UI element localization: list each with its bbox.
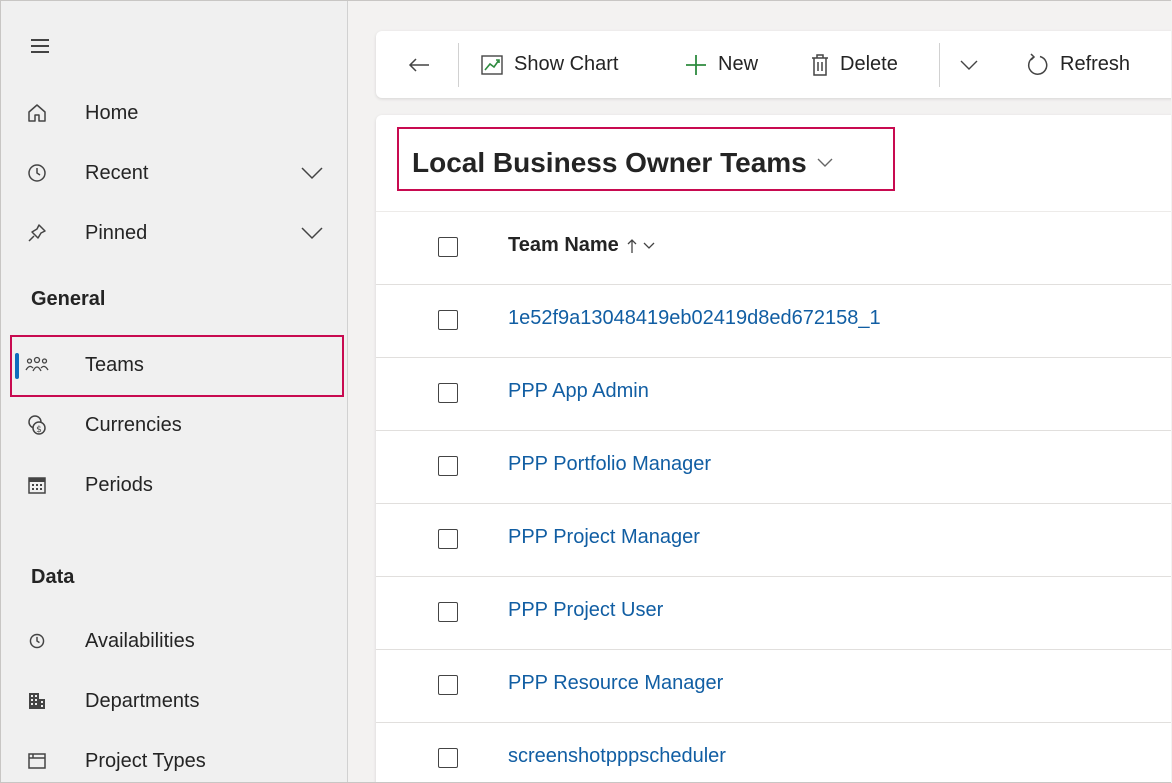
- table-row[interactable]: 1e52f9a13048419eb02419d8ed672158_1: [376, 285, 1171, 358]
- table-row[interactable]: PPP Portfolio Manager: [376, 431, 1171, 504]
- clock-icon: [25, 161, 49, 185]
- grid-header-row: Team Name: [376, 212, 1171, 285]
- sidebar-item-label: Periods: [85, 473, 153, 496]
- arrow-left-icon: [408, 57, 430, 73]
- refresh-button[interactable]: Refresh: [1026, 31, 1130, 98]
- selection-indicator: [15, 353, 19, 379]
- toolbar-divider: [458, 43, 459, 87]
- show-chart-label: Show Chart: [514, 53, 619, 75]
- table-row[interactable]: screenshotpppscheduler: [376, 723, 1171, 782]
- team-name-link[interactable]: PPP Project User: [508, 599, 663, 622]
- row-checkbox[interactable]: [438, 748, 458, 768]
- table-row[interactable]: PPP Project User: [376, 577, 1171, 650]
- sidebar-item-label: Project Types: [85, 749, 206, 772]
- table-row[interactable]: PPP Resource Manager: [376, 650, 1171, 723]
- select-all-checkbox[interactable]: [438, 237, 458, 257]
- team-name-link[interactable]: PPP Resource Manager: [508, 672, 723, 695]
- row-checkbox[interactable]: [438, 310, 458, 330]
- command-bar: Show Chart New Delete Refresh: [376, 31, 1171, 98]
- sidebar-item-project-types[interactable]: Project Types: [1, 733, 347, 782]
- sidebar-item-availabilities[interactable]: Availabilities: [1, 613, 347, 669]
- main-content: Show Chart New Delete Refresh Local Busi…: [348, 1, 1171, 782]
- sidebar: Home Recent Pinned General Teams $ Curre…: [1, 1, 348, 782]
- home-icon: [25, 101, 49, 125]
- sidebar-item-label: Currencies: [85, 413, 182, 436]
- sidebar-item-label: Availabilities: [85, 629, 195, 652]
- app-frame: Home Recent Pinned General Teams $ Curre…: [0, 0, 1171, 783]
- new-label: New: [718, 53, 759, 75]
- sort-ascending-icon: [627, 238, 637, 253]
- currency-icon: $: [25, 413, 49, 437]
- table-row[interactable]: PPP App Admin: [376, 358, 1171, 431]
- grid-panel: Local Business Owner Teams Team Name 1e5…: [376, 115, 1171, 782]
- sidebar-item-label: Recent: [85, 161, 149, 184]
- plus-icon: [684, 53, 708, 77]
- more-commands-dropdown[interactable]: [960, 31, 988, 98]
- trash-icon: [810, 53, 830, 77]
- sidebar-item-label: Pinned: [85, 221, 148, 244]
- view-selector[interactable]: Local Business Owner Teams: [412, 147, 833, 179]
- chevron-down-icon: [817, 158, 833, 168]
- delete-button[interactable]: Delete: [810, 31, 898, 98]
- row-checkbox[interactable]: [438, 383, 458, 403]
- calendar-icon: [25, 473, 49, 497]
- toolbar-divider: [939, 43, 940, 87]
- refresh-label: Refresh: [1060, 53, 1131, 75]
- row-checkbox[interactable]: [438, 456, 458, 476]
- row-checkbox[interactable]: [438, 602, 458, 622]
- column-header-label: Team Name: [508, 234, 619, 256]
- sidebar-item-pinned[interactable]: Pinned: [1, 205, 347, 261]
- row-checkbox[interactable]: [438, 529, 458, 549]
- view-title: Local Business Owner Teams: [412, 147, 807, 178]
- chevron-down-icon: [960, 60, 978, 70]
- project-type-icon: [25, 749, 49, 773]
- sidebar-item-teams[interactable]: Teams: [1, 337, 347, 393]
- sidebar-item-label: Departments: [85, 689, 200, 712]
- team-name-link[interactable]: screenshotpppscheduler: [508, 745, 726, 768]
- clock-icon: [25, 629, 49, 653]
- column-header-team-name[interactable]: Team Name: [508, 234, 655, 257]
- chevron-down-icon: [643, 242, 655, 249]
- chevron-down-icon[interactable]: [299, 163, 325, 183]
- sidebar-item-recent[interactable]: Recent: [1, 145, 347, 201]
- sidebar-item-departments[interactable]: Departments: [1, 673, 347, 729]
- pin-icon: [25, 221, 49, 245]
- team-name-link[interactable]: PPP Project Manager: [508, 526, 700, 549]
- building-icon: [25, 689, 49, 713]
- section-label-data: Data: [31, 566, 75, 588]
- table-row[interactable]: PPP Project Manager: [376, 504, 1171, 577]
- sidebar-item-label: Teams: [85, 353, 144, 376]
- back-button[interactable]: [408, 31, 440, 98]
- delete-label: Delete: [840, 53, 898, 75]
- sidebar-item-currencies[interactable]: $ Currencies: [1, 397, 347, 453]
- sidebar-item-home[interactable]: Home: [1, 85, 347, 141]
- people-team-icon: [25, 353, 49, 377]
- svg-text:$: $: [36, 425, 42, 435]
- sidebar-item-periods[interactable]: Periods: [1, 457, 347, 513]
- show-chart-button[interactable]: Show Chart: [480, 31, 619, 98]
- new-button[interactable]: New: [684, 31, 758, 98]
- hamburger-menu-icon[interactable]: [31, 39, 53, 55]
- team-name-link[interactable]: 1e52f9a13048419eb02419d8ed672158_1: [508, 307, 881, 330]
- row-checkbox[interactable]: [438, 675, 458, 695]
- chart-icon: [480, 54, 504, 76]
- sidebar-item-label: Home: [85, 101, 139, 124]
- team-name-link[interactable]: PPP App Admin: [508, 380, 649, 403]
- team-name-link[interactable]: PPP Portfolio Manager: [508, 453, 711, 476]
- refresh-icon: [1026, 52, 1050, 77]
- chevron-down-icon[interactable]: [299, 223, 325, 243]
- section-label-general: General: [31, 288, 106, 310]
